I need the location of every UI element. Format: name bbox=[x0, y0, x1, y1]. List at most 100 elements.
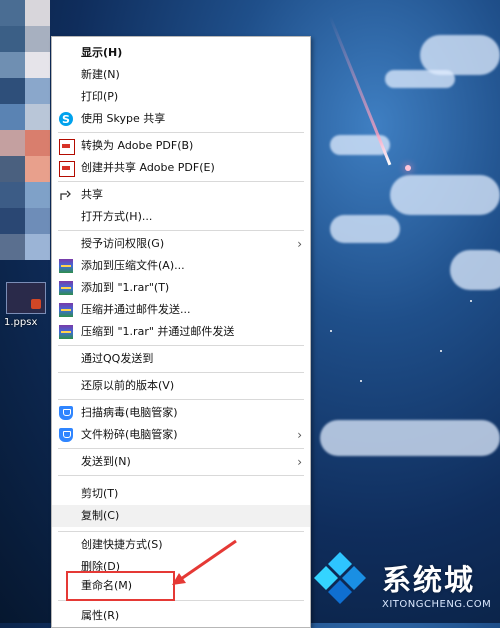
menu-separator bbox=[58, 132, 304, 133]
mosaic-tile bbox=[0, 0, 25, 26]
star bbox=[470, 300, 472, 302]
mosaic-tile bbox=[25, 234, 50, 260]
menu-item-label: 使用 Skype 共享 bbox=[81, 112, 166, 125]
chevron-right-icon: › bbox=[297, 428, 302, 442]
menu-item-label: 扫描病毒(电脑管家) bbox=[81, 406, 178, 419]
star bbox=[440, 350, 442, 352]
winrar-icon bbox=[59, 325, 73, 339]
mosaic-tile bbox=[0, 52, 25, 78]
menu-item-label: 添加到压缩文件(A)... bbox=[81, 259, 185, 272]
menu-item-convert-adobe-pdf[interactable]: 转换为 Adobe PDF(B) bbox=[52, 135, 310, 157]
share-icon bbox=[59, 188, 73, 202]
menu-separator bbox=[58, 399, 304, 400]
menu-item-label: 还原以前的版本(V) bbox=[81, 379, 175, 392]
annotation-arrow-icon bbox=[172, 539, 237, 585]
menu-item-label: 添加到 "1.rar"(T) bbox=[81, 281, 170, 294]
menu-separator bbox=[58, 531, 304, 532]
star bbox=[360, 380, 362, 382]
rename-highlight-box bbox=[66, 571, 175, 601]
menu-item-label: 共享 bbox=[81, 188, 103, 201]
menu-item-label: 属性(R) bbox=[81, 609, 120, 622]
winrar-icon bbox=[59, 303, 73, 317]
star bbox=[405, 165, 411, 171]
menu-item-label: 压缩并通过邮件发送... bbox=[81, 303, 191, 316]
mosaic-tile bbox=[0, 208, 25, 234]
menu-item-label: 压缩到 "1.rar" 并通过邮件发送 bbox=[81, 325, 235, 338]
xitongcheng-logo-icon bbox=[314, 552, 366, 604]
mosaic-tile bbox=[0, 130, 25, 156]
mosaic-tile bbox=[25, 130, 50, 156]
menu-item-label: 转换为 Adobe PDF(B) bbox=[81, 139, 194, 152]
mosaic-tile bbox=[0, 26, 25, 52]
mosaic-tile bbox=[25, 182, 50, 208]
adobe-pdf-icon bbox=[59, 161, 75, 177]
desktop-file-item[interactable]: 1.ppsx bbox=[4, 282, 48, 332]
menu-item-create-share-adobe-pdf[interactable]: 创建并共享 Adobe PDF(E) bbox=[52, 157, 310, 179]
mosaic-tile bbox=[25, 0, 50, 26]
tencent-shield-icon bbox=[59, 428, 73, 442]
menu-separator bbox=[58, 230, 304, 231]
desktop-icons-mosaic bbox=[0, 0, 50, 260]
menu-item-label: 打印(P) bbox=[81, 90, 119, 103]
chevron-right-icon: › bbox=[297, 237, 302, 251]
menu-item-label: 文件粉碎(电脑管家) bbox=[81, 428, 178, 441]
menu-separator bbox=[58, 345, 304, 346]
menu-item-add-to-archive[interactable]: 添加到压缩文件(A)... bbox=[52, 255, 310, 277]
winrar-icon bbox=[59, 281, 73, 295]
menu-item-file-shredder[interactable]: 文件粉碎(电脑管家) › bbox=[52, 424, 310, 446]
menu-item-scan-virus[interactable]: 扫描病毒(电脑管家) bbox=[52, 402, 310, 424]
cloud bbox=[330, 215, 400, 243]
menu-item-label: 授予访问权限(G) bbox=[81, 237, 165, 250]
tencent-shield-icon bbox=[59, 406, 73, 420]
winrar-icon bbox=[59, 259, 73, 273]
cloud bbox=[385, 70, 455, 88]
menu-item-label: 新建(N) bbox=[81, 68, 120, 81]
menu-item-label: 打开方式(H)... bbox=[81, 210, 153, 223]
menu-item-print[interactable]: 打印(P) bbox=[52, 86, 310, 108]
menu-item-new[interactable]: 新建(N) bbox=[52, 64, 310, 86]
menu-item-compress-to-1rar-and-email[interactable]: 压缩到 "1.rar" 并通过邮件发送 bbox=[52, 321, 310, 343]
menu-item-label: 发送到(N) bbox=[81, 455, 131, 468]
menu-item-restore-previous-versions[interactable]: 还原以前的版本(V) bbox=[52, 375, 310, 397]
mosaic-tile bbox=[25, 26, 50, 52]
mosaic-tile bbox=[25, 104, 50, 130]
menu-item-label: 复制(C) bbox=[81, 509, 120, 522]
cloud bbox=[420, 35, 500, 75]
menu-item-label: 通过QQ发送到 bbox=[81, 352, 154, 365]
menu-item-compress-and-email[interactable]: 压缩并通过邮件发送... bbox=[52, 299, 310, 321]
mosaic-tile bbox=[25, 208, 50, 234]
menu-item-add-to-1rar[interactable]: 添加到 "1.rar"(T) bbox=[52, 277, 310, 299]
menu-item-send-via-qq[interactable]: 通过QQ发送到 bbox=[52, 348, 310, 370]
watermark-brand: 系统城 bbox=[382, 563, 476, 597]
menu-item-properties[interactable]: 属性(R) bbox=[52, 605, 310, 627]
watermark-url: XITONGCHENG.COM bbox=[382, 599, 492, 610]
menu-item-show[interactable]: 显示(H) bbox=[52, 42, 310, 64]
skype-icon bbox=[59, 109, 73, 131]
menu-item-label: 剪切(T) bbox=[81, 487, 119, 500]
powerpoint-file-icon bbox=[6, 282, 46, 314]
menu-item-cut[interactable]: 剪切(T) bbox=[52, 483, 310, 505]
mosaic-tile bbox=[0, 182, 25, 208]
menu-separator bbox=[58, 448, 304, 449]
menu-item-label: 创建快捷方式(S) bbox=[81, 538, 163, 551]
menu-item-share[interactable]: 共享 bbox=[52, 184, 310, 206]
cloud bbox=[320, 420, 500, 456]
mosaic-tile bbox=[0, 156, 25, 182]
menu-item-send-to[interactable]: 发送到(N) › bbox=[52, 451, 310, 473]
menu-item-label: 显示(H) bbox=[81, 46, 123, 59]
menu-item-skype-share[interactable]: 使用 Skype 共享 bbox=[52, 108, 310, 131]
mosaic-tile bbox=[25, 156, 50, 182]
adobe-pdf-icon bbox=[59, 139, 75, 155]
menu-item-grant-access[interactable]: 授予访问权限(G) › bbox=[52, 233, 310, 255]
cloud bbox=[450, 250, 500, 290]
menu-separator bbox=[58, 475, 304, 476]
desktop-file-label: 1.ppsx bbox=[4, 317, 38, 328]
menu-item-open-with[interactable]: 打开方式(H)... bbox=[52, 206, 310, 228]
mosaic-tile bbox=[0, 78, 25, 104]
mosaic-tile bbox=[0, 234, 25, 260]
menu-item-label: 创建并共享 Adobe PDF(E) bbox=[81, 161, 215, 174]
chevron-right-icon: › bbox=[297, 455, 302, 469]
mosaic-tile bbox=[25, 78, 50, 104]
menu-item-copy[interactable]: 复制(C) bbox=[52, 505, 310, 527]
menu-separator bbox=[58, 372, 304, 373]
